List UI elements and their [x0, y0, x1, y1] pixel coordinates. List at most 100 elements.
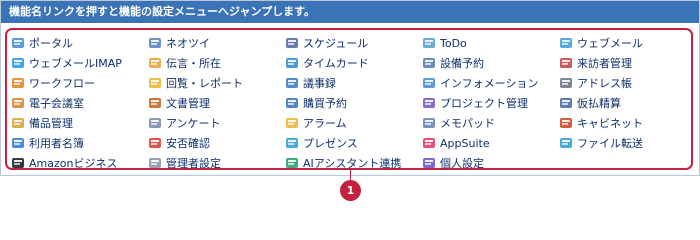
menu-item-circular[interactable]: 回覧・レポート	[148, 73, 285, 93]
menu-item-safety[interactable]: 安否確認	[148, 133, 285, 153]
menu-item-amazon[interactable]: Amazonビジネス	[11, 153, 148, 173]
neotwi-icon	[148, 36, 162, 50]
menu-item-label: 購買予約	[303, 97, 347, 110]
menu-item-label: ウェブメールIMAP	[29, 57, 122, 70]
project-icon	[422, 96, 436, 110]
menu-item-equipment[interactable]: 備品管理	[11, 113, 148, 133]
alarm-icon	[285, 116, 299, 130]
circular-icon	[148, 76, 162, 90]
survey-icon	[148, 116, 162, 130]
menu-item-project[interactable]: プロジェクト管理	[422, 93, 559, 113]
minutes-icon	[285, 76, 299, 90]
panel-header-text: 機能名リンクを押すと機能の設定メニューへジャンプします。	[9, 5, 316, 18]
menu-item-label: 議事録	[303, 77, 336, 90]
webmail-imap-icon	[11, 56, 25, 70]
filetransfer-icon	[559, 136, 573, 150]
menu-item-label: 文書管理	[166, 97, 210, 110]
menu-item-purchase[interactable]: 購買予約	[285, 93, 422, 113]
menu-item-portal[interactable]: ポータル	[11, 33, 148, 53]
menu-item-label: アラーム	[303, 117, 347, 130]
ai-assistant-icon	[285, 156, 299, 170]
menu-item-schedule[interactable]: スケジュール	[285, 33, 422, 53]
menu-item-expense[interactable]: 仮払精算	[559, 93, 689, 113]
cabinet-icon	[559, 116, 573, 130]
menu-item-label: ToDo	[440, 36, 467, 50]
menu-item-minutes[interactable]: 議事録	[285, 73, 422, 93]
function-menu-grid: ポータル ネオツイ スケジュール ToDo ウェブメールウェブメールIMAP 伝言・所在 タ…	[11, 33, 689, 173]
menu-item-appsuite[interactable]: AppSuite	[422, 133, 559, 153]
function-link-panel: 機能名リンクを押すと機能の設定メニューへジャンプします。 ポータル ネオツイ スケジ…	[0, 0, 700, 176]
callout-badge: 1	[340, 180, 361, 201]
menu-item-label: アンケート	[166, 117, 221, 130]
personal-settings-icon	[422, 156, 436, 170]
menu-item-webmail[interactable]: ウェブメール	[559, 33, 689, 53]
menu-item-label: インフォメーション	[440, 77, 539, 90]
schedule-icon	[285, 36, 299, 50]
menu-item-todo[interactable]: ToDo	[422, 33, 559, 53]
menu-item-survey[interactable]: アンケート	[148, 113, 285, 133]
menu-item-label: 個人設定	[440, 157, 484, 170]
menu-item-label: ポータル	[29, 37, 73, 50]
visitor-icon	[559, 56, 573, 70]
timecard-icon	[285, 56, 299, 70]
menu-item-webmail-imap[interactable]: ウェブメールIMAP	[11, 53, 148, 73]
menu-item-presence[interactable]: プレゼンス	[285, 133, 422, 153]
menu-item-label: 来訪者管理	[577, 57, 632, 70]
workflow-icon	[11, 76, 25, 90]
function-menu-highlight: ポータル ネオツイ スケジュール ToDo ウェブメールウェブメールIMAP 伝言・所在 タ…	[5, 28, 693, 170]
menu-item-workflow[interactable]: ワークフロー	[11, 73, 148, 93]
information-icon	[422, 76, 436, 90]
portal-icon	[11, 36, 25, 50]
menu-item-label: 備品管理	[29, 117, 73, 130]
document-icon	[148, 96, 162, 110]
menu-item-label: 電子会議室	[29, 97, 84, 110]
menu-item-label: スケジュール	[303, 37, 369, 50]
memopad-icon	[422, 116, 436, 130]
menu-item-label: 仮払精算	[577, 97, 621, 110]
userlist-icon	[11, 136, 25, 150]
menu-item-alarm[interactable]: アラーム	[285, 113, 422, 133]
menu-item-ai-assistant[interactable]: AIアシスタント連携	[285, 153, 422, 173]
menu-item-label: プロジェクト管理	[440, 97, 528, 110]
menu-item-label: 設備予約	[440, 57, 484, 70]
menu-item-label: アドレス帳	[577, 77, 632, 90]
menu-item-memopad[interactable]: メモパッド	[422, 113, 559, 133]
menu-item-information[interactable]: インフォメーション	[422, 73, 559, 93]
menu-item-addressbook[interactable]: アドレス帳	[559, 73, 689, 93]
equipment-icon	[11, 116, 25, 130]
menu-item-label: Amazonビジネス	[29, 157, 118, 170]
menu-item-label: ファイル転送	[577, 137, 643, 150]
menu-item-label: 管理者設定	[166, 157, 221, 170]
purchase-icon	[285, 96, 299, 110]
todo-icon	[422, 36, 436, 50]
presence-icon	[285, 136, 299, 150]
menu-item-personal-settings[interactable]: 個人設定	[422, 153, 559, 173]
admin-settings-icon	[148, 156, 162, 170]
menu-item-timecard[interactable]: タイムカード	[285, 53, 422, 73]
menu-item-cabinet[interactable]: キャビネット	[559, 113, 689, 133]
facility-icon	[422, 56, 436, 70]
menu-item-label: AppSuite	[440, 136, 490, 150]
webmail-icon	[559, 36, 573, 50]
menu-item-visitor[interactable]: 来訪者管理	[559, 53, 689, 73]
amazon-icon	[11, 156, 25, 170]
menu-item-label: ネオツイ	[166, 37, 210, 50]
menu-item-label: 安否確認	[166, 137, 210, 150]
menu-item-conference[interactable]: 電子会議室	[11, 93, 148, 113]
panel-header: 機能名リンクを押すと機能の設定メニューへジャンプします。	[1, 1, 699, 23]
menu-item-label: メモパッド	[440, 117, 495, 130]
menu-item-neotwi[interactable]: ネオツイ	[148, 33, 285, 53]
menu-item-label: 伝言・所在	[166, 57, 221, 70]
menu-item-label: 回覧・レポート	[166, 77, 243, 90]
menu-item-filetransfer[interactable]: ファイル転送	[559, 133, 689, 153]
menu-item-label: プレゼンス	[303, 137, 358, 150]
menu-item-document[interactable]: 文書管理	[148, 93, 285, 113]
menu-item-userlist[interactable]: 利用者名簿	[11, 133, 148, 153]
menu-item-label: ワークフロー	[29, 77, 95, 90]
conference-icon	[11, 96, 25, 110]
menu-item-message[interactable]: 伝言・所在	[148, 53, 285, 73]
menu-item-label: AIアシスタント連携	[303, 157, 402, 170]
menu-item-facility[interactable]: 設備予約	[422, 53, 559, 73]
menu-item-admin-settings[interactable]: 管理者設定	[148, 153, 285, 173]
menu-item-label: キャビネット	[577, 117, 643, 130]
